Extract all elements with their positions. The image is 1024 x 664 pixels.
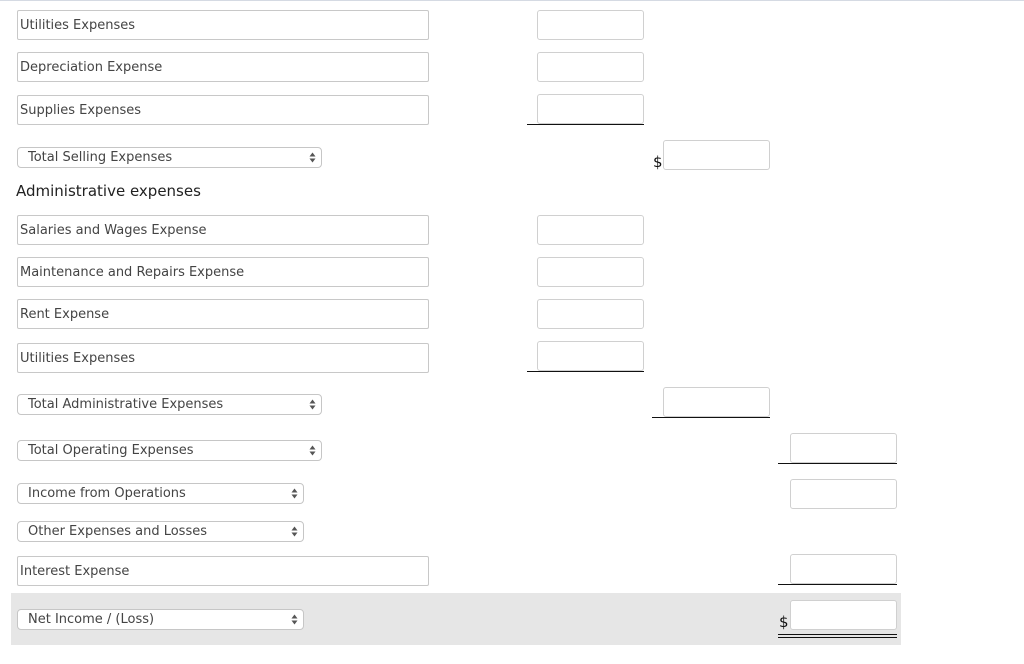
total-administrative-expenses-amount[interactable] <box>663 387 770 417</box>
income-from-operations-select[interactable]: Income from Operations <box>17 483 304 504</box>
select-arrows-icon <box>309 152 316 163</box>
select-value: Net Income / (Loss) <box>28 612 155 627</box>
select-value: Total Selling Expenses <box>28 150 173 165</box>
account-label-input[interactable]: Rent Expense <box>17 299 429 329</box>
total-operating-expenses-amount[interactable] <box>790 433 897 463</box>
subtotal-underline <box>527 371 644 372</box>
account-label-text: Utilities Expenses <box>20 350 136 366</box>
amount-input[interactable] <box>537 215 644 245</box>
income-from-operations-amount[interactable] <box>790 479 897 509</box>
select-arrows-icon <box>309 445 316 456</box>
select-arrows-icon <box>291 526 298 537</box>
currency-symbol: $ <box>779 613 789 631</box>
account-label-input[interactable]: Utilities Expenses <box>17 343 429 373</box>
administrative-expenses-heading: Administrative expenses <box>16 182 201 200</box>
account-label-input[interactable]: Utilities Expenses <box>17 10 429 40</box>
select-arrows-icon <box>291 614 298 625</box>
total-operating-expenses-select[interactable]: Total Operating Expenses <box>17 440 322 461</box>
account-label-text: Utilities Expenses <box>20 17 136 33</box>
subtotal-underline <box>778 584 897 585</box>
select-value: Total Administrative Expenses <box>28 397 224 412</box>
total-administrative-expenses-select[interactable]: Total Administrative Expenses <box>17 394 322 415</box>
double-underline <box>778 634 897 638</box>
account-label-text: Maintenance and Repairs Expense <box>20 264 245 280</box>
account-label-input[interactable]: Depreciation Expense <box>17 52 429 82</box>
net-income-amount[interactable] <box>790 600 897 630</box>
amount-input[interactable] <box>537 257 644 287</box>
select-value: Total Operating Expenses <box>28 443 194 458</box>
select-value: Income from Operations <box>28 486 186 501</box>
account-label-input[interactable]: Salaries and Wages Expense <box>17 215 429 245</box>
account-label-text: Rent Expense <box>20 306 110 322</box>
amount-input[interactable] <box>537 52 644 82</box>
account-label-text: Supplies Expenses <box>20 102 142 118</box>
select-arrows-icon <box>309 399 316 410</box>
account-label-text: Interest Expense <box>20 563 130 579</box>
subtotal-underline <box>652 417 770 418</box>
account-label-input[interactable]: Supplies Expenses <box>17 95 429 125</box>
select-value: Other Expenses and Losses <box>28 524 207 539</box>
subtotal-underline <box>527 124 644 125</box>
account-label-input[interactable]: Maintenance and Repairs Expense <box>17 257 429 287</box>
amount-input[interactable] <box>537 341 644 371</box>
currency-symbol: $ <box>653 153 663 171</box>
total-selling-expenses-amount[interactable] <box>663 140 770 170</box>
amount-input[interactable] <box>537 299 644 329</box>
account-label-text: Salaries and Wages Expense <box>20 222 207 238</box>
account-label-input[interactable]: Interest Expense <box>17 556 429 586</box>
amount-input[interactable] <box>537 94 644 124</box>
subtotal-underline <box>778 463 897 464</box>
total-selling-expenses-select[interactable]: Total Selling Expenses <box>17 147 322 168</box>
net-income-loss-select[interactable]: Net Income / (Loss) <box>17 609 304 630</box>
account-label-text: Depreciation Expense <box>20 59 163 75</box>
top-divider <box>0 0 1024 1</box>
amount-input[interactable] <box>537 10 644 40</box>
interest-expense-amount[interactable] <box>790 554 897 584</box>
select-arrows-icon <box>291 488 298 499</box>
other-expenses-and-losses-select[interactable]: Other Expenses and Losses <box>17 521 304 542</box>
